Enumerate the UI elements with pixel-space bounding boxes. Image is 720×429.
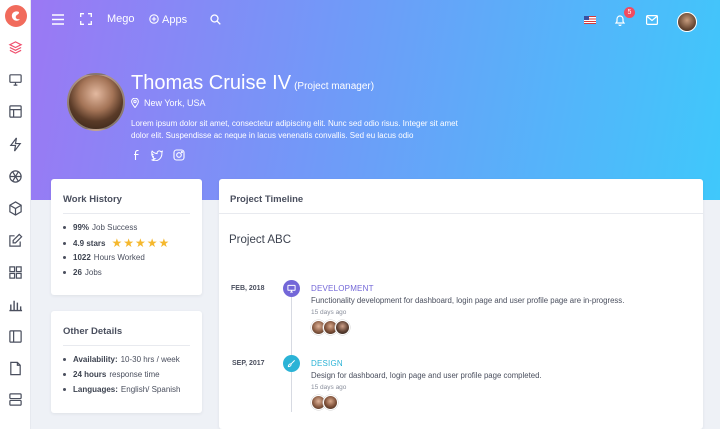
star-icon: ★ <box>111 236 123 250</box>
other-details-card: Other Details Availability: 10-30 hrs / w… <box>51 311 202 413</box>
search-icon[interactable] <box>210 14 221 25</box>
instagram-icon[interactable] <box>173 149 185 161</box>
user-avatar[interactable] <box>677 12 697 32</box>
layout-icon[interactable] <box>8 104 23 119</box>
timeline-date: FEB, 2018 <box>231 285 265 292</box>
list-item: 4.9 stars ★ ★ ★ ★ ★ <box>63 236 170 250</box>
work-history-card: Work History 99% Job Success 4.9 stars ★ ★… <box>51 179 202 295</box>
star-icon: ★ <box>158 236 170 250</box>
logo-icon <box>11 11 20 21</box>
availability-value: 10-30 hrs / week <box>120 355 180 364</box>
timeline-entry-time: 15 days ago <box>311 384 347 391</box>
star-icon: ★ <box>123 236 134 250</box>
hours-label: Hours Worked <box>93 253 145 262</box>
star-icon: ★ <box>135 236 146 250</box>
monitor-icon[interactable] <box>8 72 23 87</box>
project-timeline-title: Project Timeline <box>230 194 304 205</box>
layers-icon[interactable] <box>8 40 23 55</box>
brand-link[interactable]: Mego <box>107 13 135 25</box>
us-flag-icon[interactable] <box>584 16 596 24</box>
box-icon[interactable] <box>8 201 23 216</box>
facebook-icon[interactable] <box>131 149 143 161</box>
aperture-icon[interactable] <box>8 169 23 184</box>
languages-key: Languages: <box>73 385 118 394</box>
availability-key: Availability: <box>73 355 118 364</box>
timeline-entry-description: Design for dashboard, login page and use… <box>311 371 542 380</box>
timeline-line <box>291 282 292 412</box>
profile-location: New York, USA <box>131 98 206 108</box>
notification-badge: 5 <box>624 7 635 18</box>
project-name: Project ABC <box>229 234 291 246</box>
apps-link[interactable]: Apps <box>162 14 187 26</box>
lightning-icon[interactable] <box>8 137 23 152</box>
profile-name: Thomas Cruise IV <box>131 72 292 94</box>
jobs-label: Jobs <box>84 268 102 277</box>
profile-photo <box>67 73 125 131</box>
avatar[interactable] <box>335 320 350 335</box>
star-icon: ★ <box>146 236 158 250</box>
profile-role: (Project manager) <box>294 81 375 92</box>
server-icon[interactable] <box>8 392 23 407</box>
job-success-label: Job Success <box>92 223 138 232</box>
avatar[interactable] <box>323 395 338 410</box>
languages-value: English/ Spanish <box>120 385 181 394</box>
list-item: Availability: 10-30 hrs / week <box>63 355 180 364</box>
other-details-title: Other Details <box>63 326 123 337</box>
divider <box>219 213 703 214</box>
timeline-entry-title[interactable]: DESIGN <box>311 359 343 368</box>
location-pin-icon <box>131 98 139 108</box>
list-item: 99% Job Success <box>63 223 137 232</box>
timeline-date: SEP, 2017 <box>232 360 265 367</box>
profile-bio: Lorem ipsum dolor sit amet, consectetur … <box>131 119 458 140</box>
bar-chart-icon[interactable] <box>8 297 23 312</box>
list-item: 24 hours response time <box>63 370 160 379</box>
response-value: response time <box>109 370 160 379</box>
brush-icon <box>283 355 300 372</box>
mail-icon[interactable] <box>646 15 658 25</box>
monitor-icon <box>283 280 300 297</box>
list-item: 1022 Hours Worked <box>63 253 145 262</box>
hours-value: 1022 <box>73 253 91 262</box>
divider <box>63 345 190 346</box>
timeline-entry-description: Functionality development for dashboard,… <box>311 296 625 305</box>
fullscreen-icon[interactable] <box>80 13 92 25</box>
profile-name-block: Thomas Cruise IV (Project manager) <box>131 72 374 95</box>
sidebar-panel-icon[interactable] <box>8 329 23 344</box>
response-key: 24 hours <box>73 370 107 379</box>
divider <box>63 213 190 214</box>
rating-stars: ★ ★ ★ ★ ★ <box>111 236 170 250</box>
list-item: Languages: English/ Spanish <box>63 385 181 394</box>
timeline-entry-time: 15 days ago <box>311 309 347 316</box>
rating-value: 4.9 stars <box>73 238 106 248</box>
hamburger-menu-icon[interactable] <box>52 14 64 25</box>
jobs-value: 26 <box>73 268 82 277</box>
work-history-title: Work History <box>63 194 122 205</box>
timeline-entry-title[interactable]: DEVELOPMENT <box>311 284 374 293</box>
file-icon[interactable] <box>8 361 23 376</box>
sidebar <box>0 0 31 429</box>
grid-icon[interactable] <box>8 265 23 280</box>
app-logo[interactable] <box>5 5 27 27</box>
twitter-icon[interactable] <box>151 149 163 161</box>
list-item: 26 Jobs <box>63 268 102 277</box>
edit-icon[interactable] <box>8 233 23 248</box>
apps-icon[interactable] <box>149 14 159 24</box>
job-success-value: 99% <box>73 223 90 232</box>
location-text: New York, USA <box>144 98 206 108</box>
